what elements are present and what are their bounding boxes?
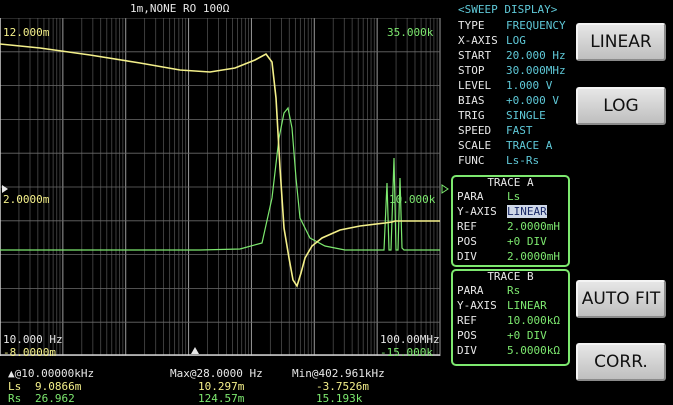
- trace-b-row: Y-AXIS LINEAR: [457, 299, 547, 312]
- sweep-row-key: X-AXIS: [458, 34, 498, 47]
- sweep-row-value: 30.000MHz: [506, 64, 566, 77]
- plot-canvas: [0, 18, 450, 356]
- trace-row-key: Y-AXIS: [457, 205, 497, 218]
- sweep-row: BIAS +0.000 V: [458, 94, 559, 107]
- trace-a-row: DIV 2.0000mH: [457, 250, 560, 263]
- trace-row-key: POS: [457, 235, 477, 248]
- trace-row-value: LINEAR: [507, 205, 547, 218]
- sweep-row: SCALE TRACE A: [458, 139, 552, 152]
- y-right-top-label: 35.000k: [387, 26, 434, 39]
- corr-button[interactable]: CORR.: [576, 343, 666, 381]
- sweep-row: TYPE FREQUENCY: [458, 19, 566, 32]
- sweep-row: SPEED FAST: [458, 124, 533, 137]
- trace-row-key: PARA: [457, 284, 484, 297]
- auto-fit-button[interactable]: AUTO FIT: [576, 280, 666, 318]
- trace-row-key: PARA: [457, 190, 484, 203]
- sweep-row-key: STOP: [458, 64, 485, 77]
- sweep-row-value: 20.000 Hz: [506, 49, 566, 62]
- trace-b-row: REF 10.000kΩ: [457, 314, 560, 327]
- y-right-bottom-label: -15.000k: [380, 346, 433, 359]
- sweep-row-key: LEVEL: [458, 79, 492, 92]
- trace-row-value: +0 DIV: [507, 235, 547, 248]
- trace-row-key: POS: [457, 329, 477, 342]
- sweep-row-value: +0.000 V: [506, 94, 559, 107]
- sweep-row-key: FUNC: [458, 154, 485, 167]
- sweep-row: FUNC Ls-Rs: [458, 154, 539, 167]
- trace-a-row: REF 2.0000mH: [457, 220, 560, 233]
- sweep-row-value: 1.000 V: [506, 79, 553, 92]
- x-start-label: 10.000 Hz: [3, 333, 63, 346]
- linear-button[interactable]: LINEAR: [576, 23, 666, 61]
- trace-row-key: Y-AXIS: [457, 299, 497, 312]
- trace-a-panel: TRACE A PARA Ls Y-AXIS LINEAR REF 2.0000mH POS…: [451, 175, 570, 267]
- rs-min-value: 15.193k: [316, 392, 363, 405]
- sweep-row: TRIG SINGLE: [458, 109, 546, 122]
- trace-a-row: POS +0 DIV: [457, 235, 547, 248]
- trace-row-key: REF: [457, 220, 477, 233]
- sweep-row-key: TRIG: [458, 109, 485, 122]
- sweep-plot: 12.000m 2.0000m -8.0000m 35.000k 10.000k…: [0, 18, 450, 359]
- sweep-row-value: FREQUENCY: [506, 19, 566, 32]
- sweep-row-key: START: [458, 49, 492, 62]
- trace-row-value: 5.0000kΩ: [507, 344, 560, 357]
- sweep-row-value: SINGLE: [506, 109, 546, 122]
- min-marker-label: Min@402.961kHz: [292, 367, 385, 380]
- trace-row-key: REF: [457, 314, 477, 327]
- trace-row-value: Ls: [507, 190, 521, 203]
- rs-cursor-value: 26.962: [35, 392, 75, 405]
- trace-a-row: PARA Ls: [457, 190, 520, 203]
- sweep-row-value: LOG: [506, 34, 526, 47]
- trace-b-title: TRACE B: [487, 270, 534, 283]
- sweep-row: START 20.000 Hz: [458, 49, 566, 62]
- sweep-row-key: BIAS: [458, 94, 485, 107]
- rs-max-value: 124.57m: [198, 392, 245, 405]
- sweep-row: X-AXIS LOG: [458, 34, 526, 47]
- sweep-row: STOP 30.000MHz: [458, 64, 566, 77]
- rs-label: Rs: [8, 392, 22, 405]
- y-left-top-label: 12.000m: [3, 26, 50, 39]
- trace-b-panel: TRACE B PARA Rs Y-AXIS LINEAR REF 10.000kΩ POS…: [451, 269, 570, 366]
- trace-row-value: +0 DIV: [507, 329, 547, 342]
- trace-row-value: 10.000kΩ: [507, 314, 560, 327]
- sweep-row: LEVEL 1.000 V: [458, 79, 552, 92]
- trace-row-value: 2.0000mH: [507, 220, 560, 233]
- trace-b-row: DIV 5.0000kΩ: [457, 344, 560, 357]
- sweep-row-value: FAST: [506, 124, 533, 137]
- sweep-row-key: TYPE: [458, 19, 485, 32]
- sweep-row-key: SPEED: [458, 124, 492, 137]
- trace-a-title: TRACE A: [487, 176, 534, 189]
- trace-row-key: DIV: [457, 344, 477, 357]
- sweep-row-value: Ls-Rs: [506, 154, 540, 167]
- y-right-mid-label: 10.000k: [389, 193, 436, 206]
- status-line: 1m,NONE RO 100Ω: [130, 2, 230, 15]
- y-left-bottom-label: -8.0000m: [3, 346, 56, 359]
- sweep-display-title: <SWEEP DISPLAY>: [458, 3, 558, 16]
- y-left-mid-label: 2.0000m: [3, 193, 50, 206]
- trace-row-key: DIV: [457, 250, 477, 263]
- trace-b-row: PARA Rs: [457, 284, 520, 297]
- sweep-row-key: SCALE: [458, 139, 492, 152]
- trace-a-row: Y-AXIS LINEAR: [457, 205, 547, 218]
- cursor-marker-label: ▲@10.00000kHz: [8, 367, 95, 380]
- max-marker-label: Max@28.0000 Hz: [170, 367, 263, 380]
- trace-b-row: POS +0 DIV: [457, 329, 547, 342]
- trace-row-value: LINEAR: [507, 299, 547, 312]
- trace-row-value: 2.0000mH: [507, 250, 560, 263]
- trace-row-value: Rs: [507, 284, 521, 297]
- sweep-row-value: TRACE A: [506, 139, 553, 152]
- log-button[interactable]: LOG: [576, 87, 666, 125]
- x-stop-label: 100.00MHz: [380, 333, 440, 346]
